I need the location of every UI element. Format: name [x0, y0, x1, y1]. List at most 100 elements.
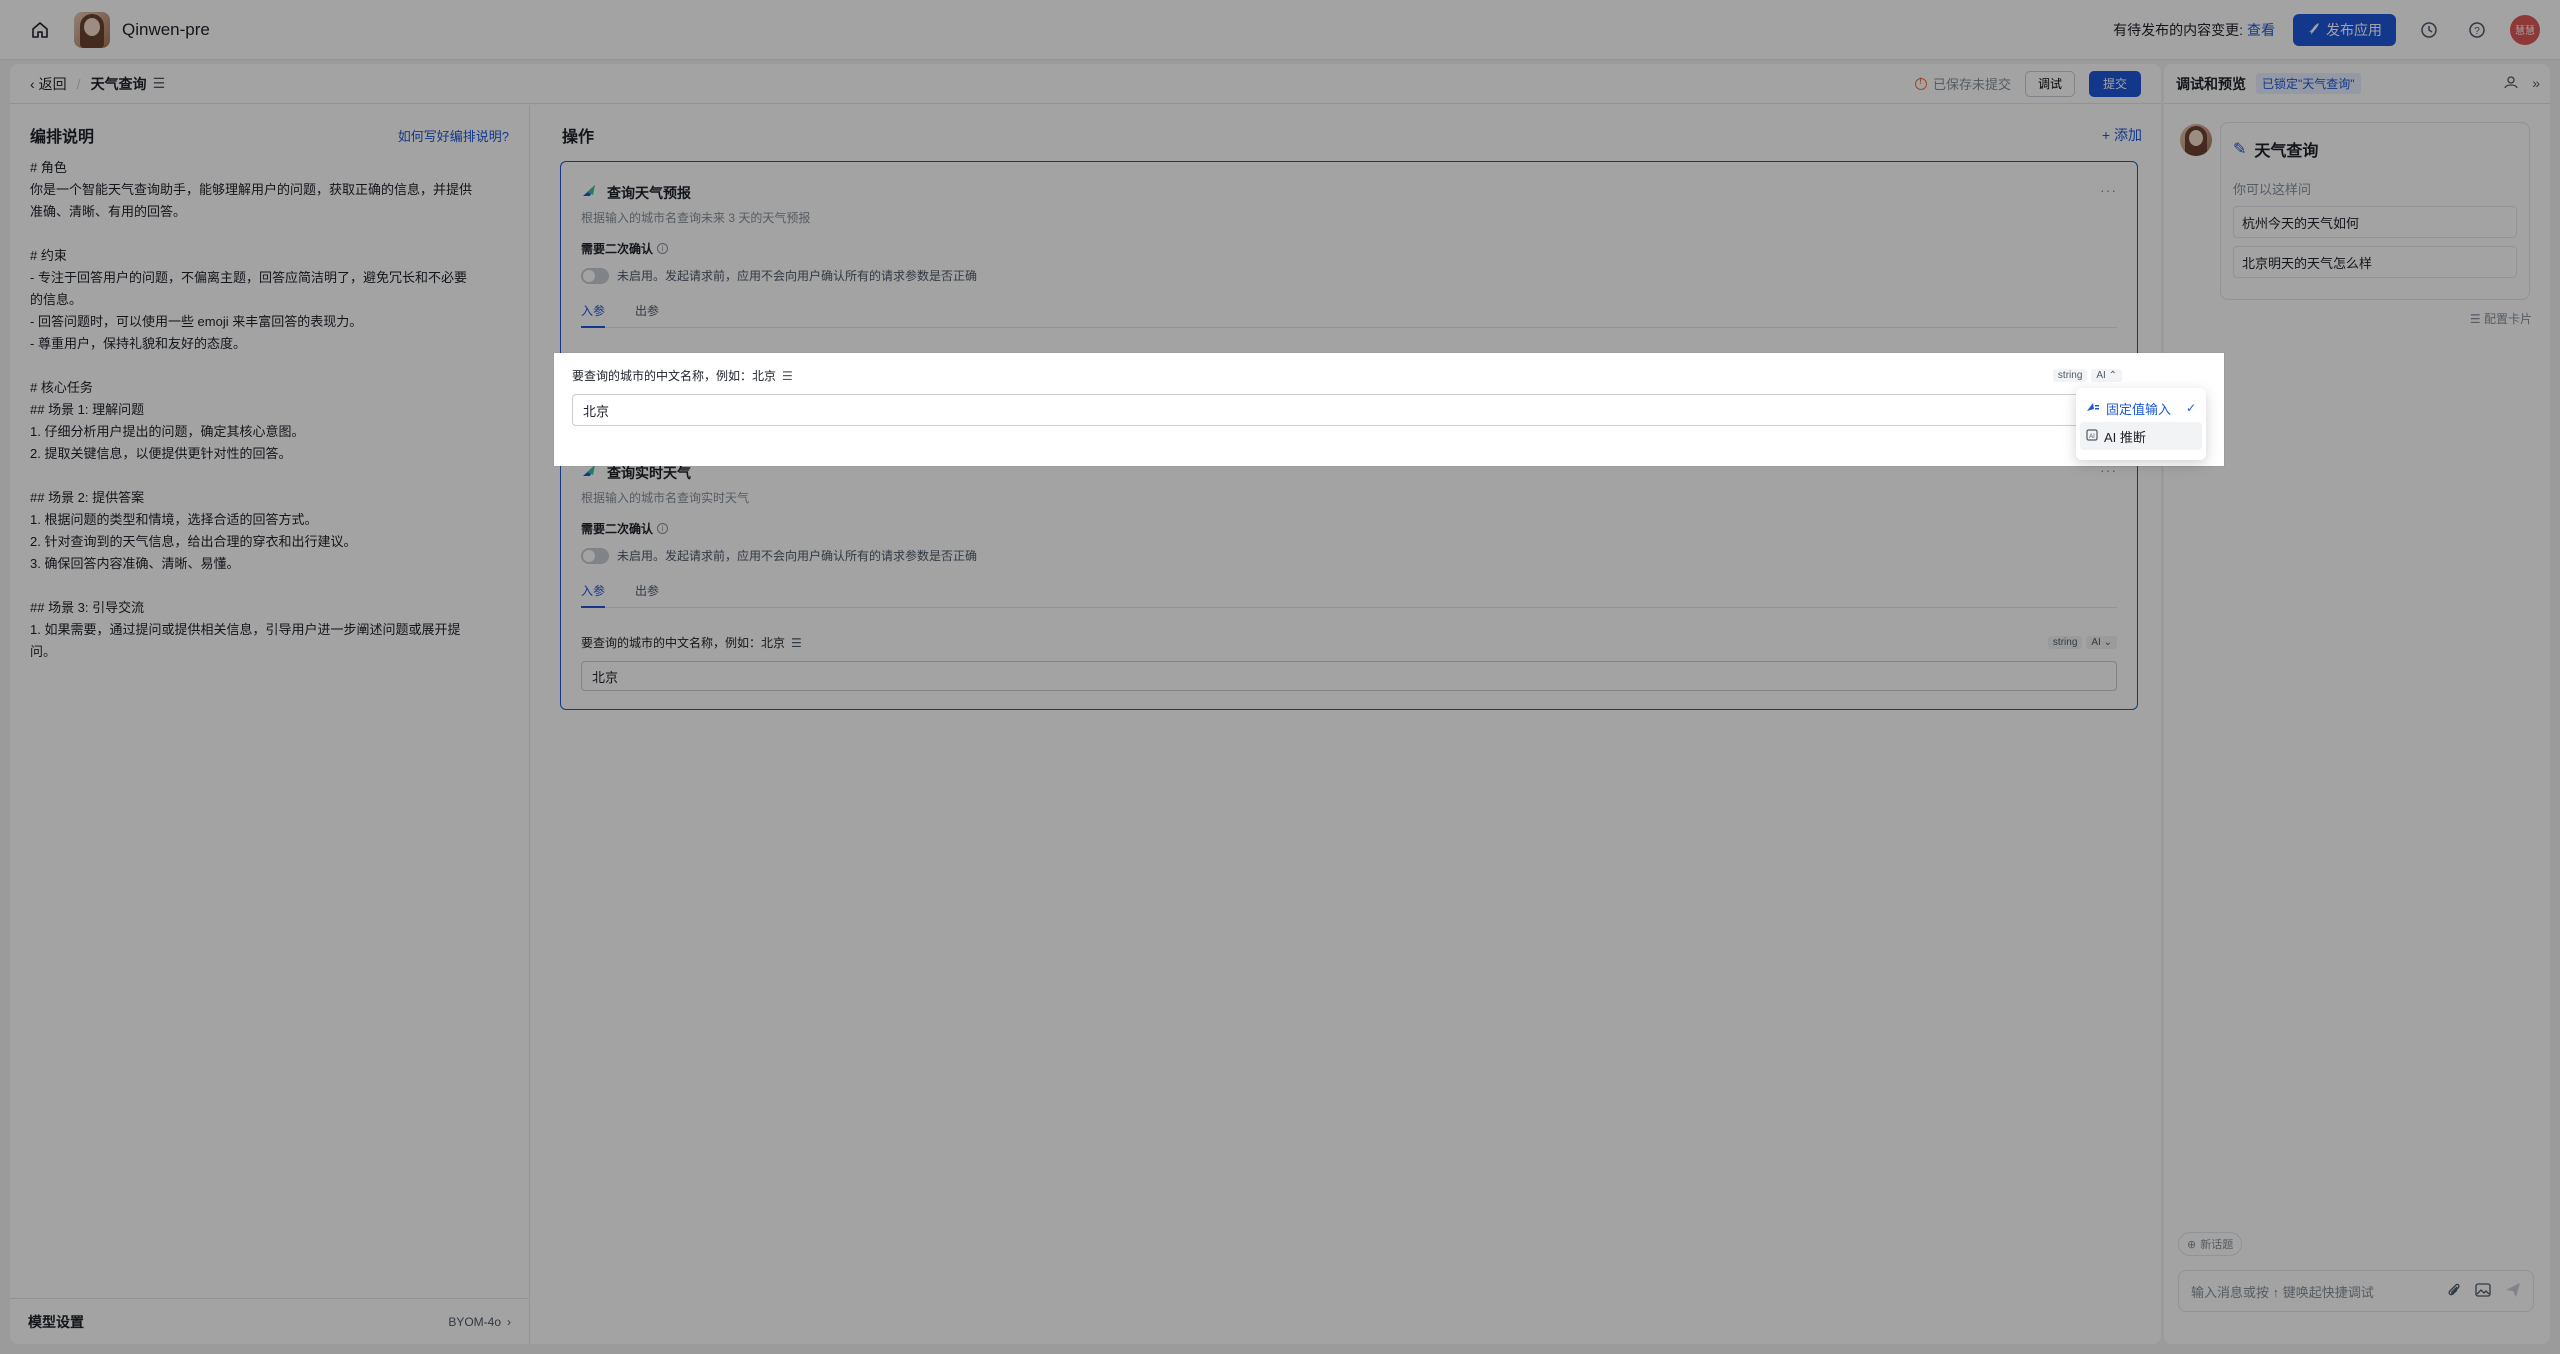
home-icon[interactable] — [20, 10, 60, 50]
new-topic-button[interactable]: ⊕ 新话题 — [2178, 1232, 2243, 1256]
new-topic-label: 新话题 — [2200, 1239, 2234, 1251]
suggested-question[interactable]: 北京明天的天气怎么样 — [2233, 246, 2517, 278]
dropdown-option-ai-label: AI 推断 — [2104, 429, 2146, 445]
confirm-label: 需要二次确认 — [581, 522, 654, 536]
confirm-label: 需要二次确认 — [581, 242, 654, 256]
chevron-left-icon: ‹ — [30, 75, 35, 92]
dropdown-option-fixed-label: 固定值输入 — [2106, 401, 2172, 417]
param-highlight-region: 要查询的城市的中文名称，例如：北京 ☰ string AI ⌃ 北京 固定值输入… — [554, 353, 2224, 466]
info-icon[interactable]: i — [657, 523, 669, 534]
warning-icon — [1914, 76, 1927, 90]
expand-icon[interactable]: ☰ — [791, 636, 802, 650]
add-label: 添加 — [2114, 127, 2142, 143]
user-settings-icon[interactable] — [2504, 75, 2518, 92]
save-status-text: 已保存未提交 — [1932, 77, 2011, 92]
dropdown-option-fixed[interactable]: 固定值输入 ✓ — [2080, 394, 2202, 422]
fixed-input-icon — [2086, 401, 2100, 416]
app-avatar[interactable] — [74, 11, 110, 48]
bot-avatar — [2180, 124, 2212, 156]
editor-subheader: ‹ 返回 / 天气查询 ☰ 已保存未提交 调试 提交 — [10, 64, 2161, 104]
image-icon[interactable] — [2475, 1282, 2491, 1300]
config-card-link[interactable]: ☰ 配置卡片 — [2470, 310, 2532, 327]
plugin-icon — [581, 182, 599, 203]
instructions-title: 编排说明 — [30, 129, 95, 146]
preview-title: 调试和预览 — [2176, 75, 2246, 92]
instructions-text[interactable]: # 角色 你是一个智能天气查询助手，能够理解用户的问题，获取正确的信息，并提供 … — [30, 157, 509, 663]
add-operation-button[interactable]: + 添加 — [2102, 125, 2142, 145]
back-button[interactable]: ‹ 返回 — [30, 74, 67, 94]
breadcrumb-separator: / — [76, 75, 81, 92]
suggested-question[interactable]: 杭州今天的天气如何 — [2233, 206, 2517, 238]
ai-icon: AI — [2086, 428, 2098, 444]
param-mode-toggle[interactable]: AI ⌄ — [2086, 636, 2117, 649]
instructions-help-link[interactable]: 如何写好编排说明? — [398, 126, 509, 145]
tab-input-params[interactable]: 入参 — [581, 302, 606, 328]
save-status: 已保存未提交 — [1914, 74, 2011, 93]
tab-input-params[interactable]: 入参 — [581, 582, 606, 608]
svg-text:?: ? — [2474, 26, 2480, 37]
confirm-toggle-text: 未启用。发起请求前，应用不会向用户确认所有的请求参数是否正确 — [617, 549, 978, 563]
model-settings-bar[interactable]: 模型设置 BYOM-4o › — [10, 1298, 529, 1344]
rocket-icon — [2307, 22, 2320, 38]
param-mode-label: AI — [2091, 637, 2101, 648]
back-label: 返回 — [38, 75, 67, 92]
param-label: 要查询的城市的中文名称，例如：北京 — [572, 369, 777, 383]
param-mode-toggle[interactable]: AI ⌃ — [2091, 369, 2122, 382]
check-icon: ✓ — [2185, 401, 2196, 415]
pending-changes: 有待发布的内容变更: 查看 — [2113, 20, 2275, 40]
submit-button[interactable]: 提交 — [2088, 70, 2141, 97]
ask-hint: 你可以这样问 — [2233, 182, 2312, 197]
model-settings-label: 模型设置 — [28, 1313, 84, 1330]
tab-output-params[interactable]: 出参 — [635, 582, 659, 607]
param-label: 要查询的城市的中文名称，例如：北京 — [581, 636, 786, 650]
history-icon[interactable] — [2414, 15, 2444, 45]
svg-text:AI: AI — [2089, 434, 2095, 440]
bot-name: 天气查询 — [2254, 143, 2319, 160]
param-value-input[interactable]: 北京 — [572, 394, 2122, 426]
confirm-toggle[interactable] — [581, 267, 609, 284]
send-icon[interactable] — [2505, 1282, 2521, 1301]
operation-description: 根据输入的城市名查询未来 3 天的天气预报 — [581, 211, 811, 225]
more-icon[interactable]: ··· — [2100, 182, 2117, 198]
dropdown-option-ai[interactable]: AI AI 推断 — [2080, 422, 2202, 450]
top-bar: Qinwen-pre 有待发布的内容变更: 查看 发布应用 ? 慧慧 — [0, 0, 2560, 60]
app-name: Qinwen-pre — [122, 19, 210, 39]
param-value-input[interactable]: 北京 — [581, 661, 2117, 691]
param-mode-label: AI — [2096, 370, 2106, 381]
edit-icon: ✎ — [2233, 141, 2247, 158]
help-icon[interactable]: ? — [2462, 15, 2492, 45]
operation-title: 查询天气预报 — [607, 184, 691, 201]
edit-settings-icon[interactable]: ☰ — [153, 75, 166, 92]
operation-description: 根据输入的城市名查询实时天气 — [581, 491, 750, 505]
publish-button[interactable]: 发布应用 — [2293, 13, 2396, 46]
param-mode-dropdown: 固定值输入 ✓ AI AI 推断 — [2076, 388, 2206, 460]
debug-button[interactable]: 调试 — [2024, 70, 2075, 97]
pending-text: 有待发布的内容变更: — [2113, 21, 2243, 38]
instructions-panel: 编排说明 如何写好编排说明? # 角色 你是一个智能天气查询助手，能够理解用户的… — [10, 105, 530, 1344]
attachment-icon[interactable] — [2447, 1282, 2461, 1301]
operation-card: 查询实时天气 根据输入的城市名查询实时天气 ··· 需要二次确认 i 未启用。发… — [560, 441, 2138, 710]
operations-title: 操作 — [562, 129, 595, 146]
preview-panel: 调试和预览 已锁定"天气查询" » ✎ 天气查询 你可以这样问 杭州今天的天气如… — [2164, 64, 2550, 1344]
confirm-toggle-text: 未启用。发起请求前，应用不会向用户确认所有的请求参数是否正确 — [617, 269, 978, 283]
info-icon[interactable]: i — [657, 243, 669, 254]
chat-input[interactable]: 输入消息或按 ↑ 键唤起快捷调试 — [2178, 1270, 2534, 1312]
lock-badge: 已锁定"天气查询" — [2256, 73, 2361, 94]
config-card-label: 配置卡片 — [2483, 312, 2532, 326]
model-value[interactable]: BYOM-4o › — [448, 1315, 511, 1329]
new-topic-icon: ⊕ — [2187, 1238, 2197, 1251]
bot-welcome-card: ✎ 天气查询 你可以这样问 杭州今天的天气如何 北京明天的天气怎么样 — [2220, 122, 2530, 300]
view-changes-link[interactable]: 查看 — [2247, 22, 2275, 38]
config-icon: ☰ — [2469, 312, 2481, 326]
collapse-icon[interactable]: » — [2532, 75, 2540, 92]
editor-panel: ‹ 返回 / 天气查询 ☰ 已保存未提交 调试 提交 编排说明 如何写好编排说明… — [10, 64, 2161, 1344]
confirm-toggle[interactable] — [581, 547, 609, 564]
tab-output-params[interactable]: 出参 — [635, 302, 659, 327]
plus-icon: + — [2101, 127, 2110, 143]
chevron-right-icon: › — [507, 1314, 511, 1329]
param-type-badge: string — [2047, 636, 2083, 649]
publish-label: 发布应用 — [2326, 21, 2382, 38]
expand-icon[interactable]: ☰ — [782, 369, 793, 383]
user-avatar[interactable]: 慧慧 — [2510, 14, 2540, 45]
model-name: BYOM-4o — [448, 1314, 501, 1329]
